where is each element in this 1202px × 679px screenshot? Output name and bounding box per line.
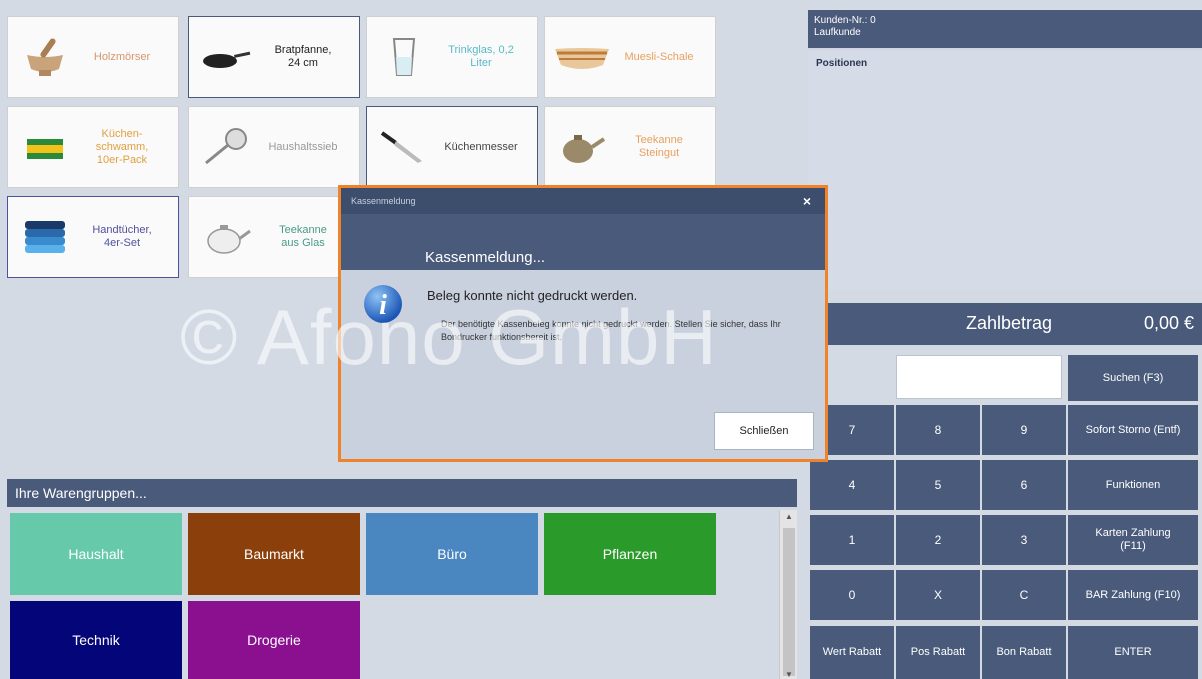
product-name: Handtücher, 4er-Set <box>92 224 152 249</box>
product-name: Trinkglas, 0,2 Liter <box>448 44 514 69</box>
glass-icon <box>375 33 433 81</box>
close-button[interactable]: Schließen <box>714 412 814 450</box>
cash-payment-button[interactable]: BAR Zahlung (F10) <box>1068 570 1198 620</box>
key-2[interactable]: 2 <box>896 515 980 565</box>
sieve-icon <box>197 123 255 171</box>
key-x[interactable]: X <box>896 570 980 620</box>
customer-number: Kunden-Nr.: 0 <box>814 15 876 26</box>
product-name: Küchen- schwamm, 10er-Pack <box>95 127 149 166</box>
product-name: Muesli-Schale <box>624 50 694 63</box>
group-haushalt[interactable]: Haushalt <box>10 513 182 595</box>
total-label: Zahlbetrag <box>966 313 1053 333</box>
kassenmeldung-dialog: Kassenmeldung × Kassenmeldung... i Beleg… <box>338 185 828 462</box>
customer-info: Kunden-Nr.: 0 Laufkunde <box>808 10 1202 48</box>
storno-button[interactable]: Sofort Storno (Entf) <box>1068 405 1198 455</box>
mortar-icon <box>16 33 74 81</box>
product-bratpfanne[interactable]: Bratpfanne, 24 cm <box>188 16 360 98</box>
funktionen-button[interactable]: Funktionen <box>1068 460 1198 510</box>
key-6[interactable]: 6 <box>982 460 1066 510</box>
key-4[interactable]: 4 <box>810 460 894 510</box>
groups-scrollbar[interactable]: ▲ ▼ <box>779 510 797 679</box>
key-c[interactable]: C <box>982 570 1066 620</box>
search-button[interactable]: Suchen (F3) <box>1068 355 1198 401</box>
group-technik[interactable]: Technik <box>10 601 182 679</box>
bowl-icon <box>553 33 611 81</box>
scroll-down-icon[interactable]: ▼ <box>780 670 798 679</box>
product-kuechenschwamm[interactable]: Küchen- schwamm, 10er-Pack <box>7 106 179 188</box>
product-trinkglas[interactable]: Trinkglas, 0,2 Liter <box>366 16 538 98</box>
scroll-up-icon[interactable]: ▲ <box>780 512 798 521</box>
scrollbar-thumb[interactable] <box>783 528 795 676</box>
product-haushaltssieb[interactable]: Haushaltssieb <box>188 106 360 188</box>
product-name: Teekanne Steingut <box>635 134 683 159</box>
key-8[interactable]: 8 <box>896 405 980 455</box>
key-9[interactable]: 9 <box>982 405 1066 455</box>
total-bar: Zahlbetrag 0,00 € <box>808 303 1202 345</box>
product-kuechenmesser[interactable]: Küchenmesser <box>366 106 538 188</box>
product-teekanne-glas[interactable]: Teekanne aus Glas <box>188 196 360 278</box>
card-payment-button[interactable]: Karten Zahlung (F11) <box>1068 515 1198 565</box>
key-3[interactable]: 3 <box>982 515 1066 565</box>
bon-rabatt-button[interactable]: Bon Rabatt <box>982 626 1066 679</box>
product-holzmoerser[interactable]: Holzmörser <box>7 16 179 98</box>
product-handtuecher[interactable]: Handtücher, 4er-Set <box>7 196 179 278</box>
glass-teapot-icon <box>197 213 255 261</box>
search-input[interactable] <box>896 355 1062 399</box>
product-teekanne-steingut[interactable]: Teekanne Steingut <box>544 106 716 188</box>
enter-button[interactable]: ENTER <box>1068 626 1198 679</box>
teapot-icon <box>553 123 611 171</box>
product-name: Bratpfanne, 24 cm <box>274 44 332 69</box>
dialog-detail: Der benötigte Kassenbeleg konnte nicht g… <box>441 319 781 342</box>
group-drogerie[interactable]: Drogerie <box>188 601 360 679</box>
product-name: Holzmörser <box>93 50 151 63</box>
positions-list[interactable]: Positionen <box>808 50 1202 290</box>
product-name: Haushaltssieb <box>268 140 338 153</box>
wert-rabatt-button[interactable]: Wert Rabatt <box>810 626 894 679</box>
warengruppen-header: Ihre Warengruppen... <box>7 479 797 507</box>
product-muesli-schale[interactable]: Muesli-Schale <box>544 16 716 98</box>
knife-icon <box>375 123 433 171</box>
dialog-heading: Kassenmeldung... <box>341 214 825 270</box>
group-buero[interactable]: Büro <box>366 513 538 595</box>
sponge-icon <box>16 123 74 171</box>
pos-rabatt-button[interactable]: Pos Rabatt <box>896 626 980 679</box>
product-name: Teekanne aus Glas <box>279 224 327 249</box>
key-1[interactable]: 1 <box>810 515 894 565</box>
frying-pan-icon <box>197 33 255 81</box>
total-value: 0,00 € <box>1143 313 1194 333</box>
key-5[interactable]: 5 <box>896 460 980 510</box>
receipt-panel: Kunden-Nr.: 0 Laufkunde Positionen <box>808 10 1202 290</box>
info-icon: i <box>363 284 403 324</box>
key-0[interactable]: 0 <box>810 570 894 620</box>
group-baumarkt[interactable]: Baumarkt <box>188 513 360 595</box>
dialog-message: Beleg konnte nicht gedruckt werden. <box>427 288 638 303</box>
group-pflanzen[interactable]: Pflanzen <box>544 513 716 595</box>
positions-header: Positionen <box>816 58 868 69</box>
dialog-titlebar: Kassenmeldung <box>341 188 825 214</box>
svg-text:i: i <box>379 290 387 321</box>
towels-icon <box>16 213 74 261</box>
close-icon[interactable]: × <box>803 188 811 214</box>
product-name: Küchenmesser <box>444 140 518 153</box>
customer-type: Laufkunde <box>814 27 861 38</box>
